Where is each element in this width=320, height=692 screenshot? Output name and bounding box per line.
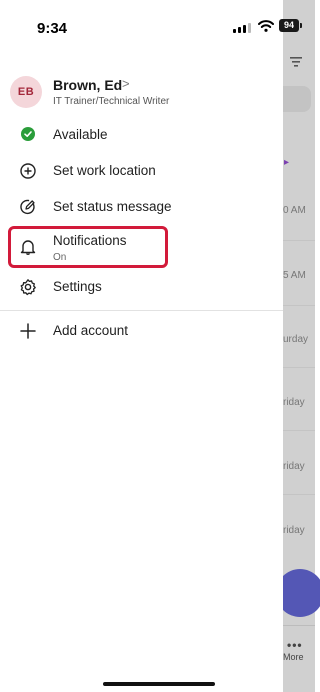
background-time: riday: [283, 397, 305, 408]
background-divider: [283, 494, 315, 495]
edit-status-icon: [20, 199, 35, 215]
background-time: 0 AM: [283, 205, 306, 216]
chevron-right-icon[interactable]: >: [122, 76, 130, 91]
cellular-signal-icon: [233, 22, 251, 33]
menu-item-available[interactable]: Available: [0, 117, 283, 153]
menu-item-label: Set work location: [53, 163, 156, 178]
profile-job-title: IT Trainer/Technical Writer: [53, 96, 170, 107]
avatar[interactable]: EB: [10, 76, 42, 108]
profile-name[interactable]: Brown, Ed: [53, 77, 122, 93]
background-divider: [283, 367, 315, 368]
location-plus-icon: [20, 163, 36, 179]
gear-icon: [20, 279, 36, 296]
background-time: urday: [283, 334, 309, 345]
background-divider: [283, 305, 315, 306]
wifi-icon: [258, 20, 274, 32]
background-time: riday: [283, 525, 305, 536]
menu-item-set-work-location[interactable]: Set work location: [0, 153, 283, 189]
background-time: riday: [283, 461, 305, 472]
menu-divider: [0, 310, 283, 311]
battery-icon: 94: [279, 19, 302, 32]
profile-header[interactable]: EB Brown, Ed > IT Trainer/Technical Writ…: [0, 70, 283, 114]
menu-item-label: Add account: [53, 323, 129, 338]
menu-item-label: Settings: [53, 279, 102, 294]
menu-item-settings[interactable]: Settings: [0, 269, 283, 305]
background-time: 5 AM: [283, 270, 306, 281]
background-divider: [283, 430, 315, 431]
status-time: 9:34: [37, 20, 68, 37]
plus-icon: [20, 323, 36, 339]
background-marker: ▸: [284, 157, 290, 168]
background-search-bar: [283, 86, 311, 112]
filter-icon: [290, 57, 302, 67]
home-indicator[interactable]: [103, 682, 215, 686]
status-bar: 9:34 94: [0, 0, 315, 50]
more-icon[interactable]: •••: [287, 638, 303, 652]
menu-item-set-status-message[interactable]: Set status message: [0, 189, 283, 225]
menu-item-add-account[interactable]: Add account: [0, 313, 283, 349]
tabbar-divider: [283, 625, 315, 626]
presence-available-icon: [21, 127, 35, 141]
menu-item-label: Available: [53, 127, 108, 142]
background-divider: [283, 240, 315, 241]
menu-item-label: Set status message: [53, 199, 172, 214]
more-tab-label[interactable]: More: [283, 652, 304, 662]
account-drawer: EB Brown, Ed > IT Trainer/Technical Writ…: [0, 0, 283, 692]
highlight-box: [8, 226, 168, 268]
